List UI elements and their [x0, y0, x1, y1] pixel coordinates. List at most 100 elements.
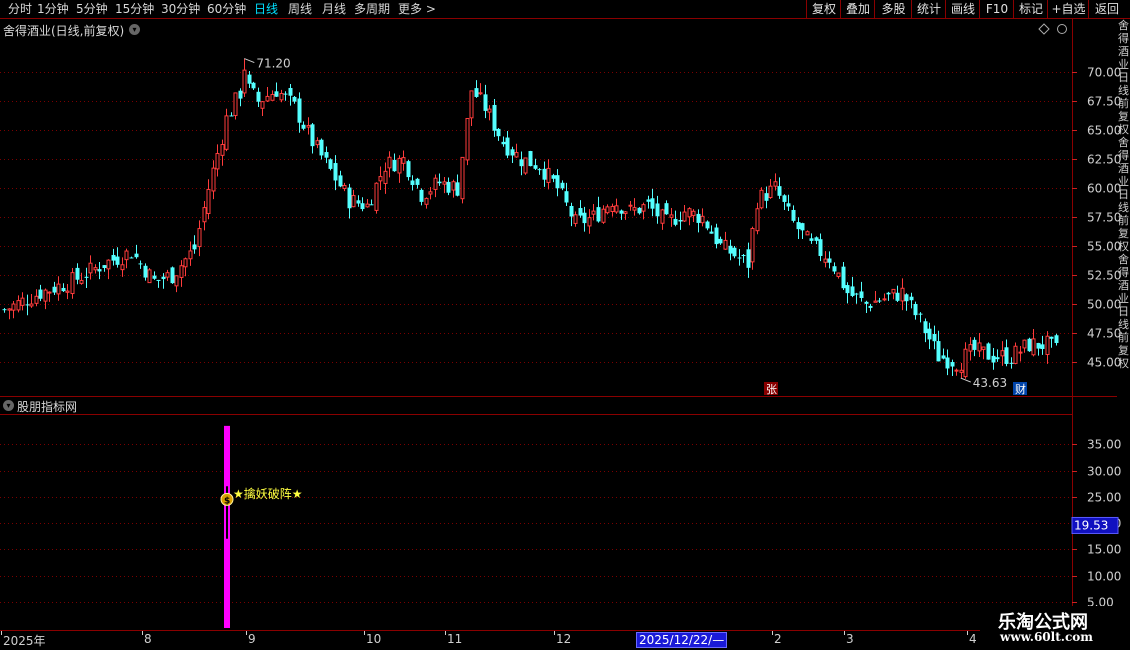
candle-body-up — [188, 250, 193, 260]
candle-body-up — [442, 181, 447, 185]
candle-body-up — [165, 272, 170, 278]
candle-body-down — [827, 258, 832, 263]
candle-body-down — [455, 182, 460, 196]
ind-tick-label: 30.00 — [1087, 465, 1121, 479]
right-strip-char: 复 — [1118, 344, 1129, 357]
candle-body-up — [120, 264, 125, 271]
candle-body-down — [796, 222, 801, 230]
right-strip-char: 酒 — [1118, 45, 1129, 58]
candle-body-down — [800, 223, 805, 231]
candle-body-down — [369, 204, 374, 206]
candle-body-up — [11, 303, 16, 311]
zhang-badge-text: 张 — [766, 383, 777, 396]
candle-body-down — [474, 88, 479, 97]
candle-body-up — [424, 197, 429, 205]
candle-body-down — [1054, 335, 1059, 344]
candle-body-up — [573, 214, 578, 224]
candle-body-up — [342, 184, 347, 190]
candle-body-down — [38, 289, 43, 299]
candle-body-down — [2, 309, 7, 311]
candle-body-down — [247, 74, 252, 84]
candle-body-up — [759, 189, 764, 209]
candle-body-down — [537, 169, 542, 171]
date-cursor-label: 2025/12/22/— — [636, 632, 728, 648]
candle-body-up — [623, 211, 628, 215]
candle-body-up — [183, 258, 188, 268]
candle-body-down — [927, 328, 932, 340]
candle-body-down — [274, 91, 279, 97]
candle-body-up — [20, 297, 25, 306]
chevron-down-icon-indicator[interactable]: ▾ — [3, 400, 14, 411]
right-strip-char: 舍 — [1118, 253, 1129, 266]
candle-body-up — [211, 167, 216, 192]
candle-body-up — [206, 188, 211, 215]
candle-body-down — [868, 305, 873, 308]
candle-body-up — [306, 125, 311, 128]
candle-body-down — [1049, 336, 1054, 339]
right-strip-char: 业 — [1118, 58, 1129, 71]
watermark-line2: www.60lt.com — [1000, 630, 1093, 644]
candle-body-down — [696, 213, 701, 223]
ind-tick-label: 15.00 — [1087, 543, 1121, 557]
candle-body-up — [469, 90, 474, 119]
candle-body-up — [233, 92, 238, 116]
diamond-icon — [1038, 23, 1050, 35]
candle-body-down — [832, 266, 837, 272]
candle-body-down — [1009, 362, 1014, 364]
candle-body-down — [496, 128, 501, 137]
watermark-logo: 乐淘公式网 www.60lt.com — [980, 606, 1130, 650]
candle-body-down — [392, 159, 397, 172]
candle-body-up — [682, 211, 687, 222]
candle-body-up — [514, 152, 519, 158]
candle-body-up — [669, 214, 674, 218]
candle-body-up — [891, 288, 896, 294]
candle-body-down — [533, 165, 538, 169]
candle-body-down — [782, 195, 787, 202]
candle-body-down — [301, 124, 306, 129]
candle-body-down — [238, 90, 243, 99]
candle-body-down — [111, 254, 116, 261]
candle-body-up — [1031, 338, 1036, 356]
candle-body-up — [805, 231, 810, 236]
candle-body-down — [991, 355, 996, 363]
right-strip-char: 得 — [1118, 149, 1129, 162]
candle-body-down — [437, 181, 442, 184]
candle-body-up — [279, 92, 284, 101]
date-axis-label: 11 — [447, 632, 463, 646]
candle-body-down — [129, 257, 134, 259]
candle-body-down — [324, 152, 329, 158]
candle-body-up — [963, 348, 968, 378]
candle-body-up — [270, 93, 275, 101]
candle-body-up — [451, 181, 456, 191]
candle-body-up — [1018, 351, 1023, 354]
candle-body-up — [374, 182, 379, 211]
date-axis-label: 2 — [774, 632, 782, 646]
candle-body-up — [954, 369, 959, 372]
candle-body-down — [646, 199, 651, 202]
date-axis-label: 8 — [144, 632, 152, 646]
candle-body-down — [551, 175, 556, 179]
candle-body-up — [88, 262, 93, 274]
candle-body-down — [564, 191, 569, 203]
candle-body-down — [941, 355, 946, 359]
candle-body-down — [292, 96, 297, 102]
candle-body-up — [478, 92, 483, 95]
candle-body-down — [972, 339, 977, 350]
candle-body-down — [510, 149, 515, 156]
date-axis-label: 12 — [556, 632, 572, 646]
candle-body-up — [378, 176, 383, 182]
candle-body-down — [406, 161, 411, 178]
candle-body-up — [174, 275, 179, 287]
right-strip-char: 权 — [1118, 240, 1129, 253]
date-axis-tick — [844, 631, 845, 635]
cai-badge-text: 财 — [1015, 382, 1026, 396]
candle-body-down — [728, 245, 733, 254]
candle-body-up — [401, 157, 406, 164]
candle-body-down — [678, 219, 683, 222]
candle-body-up — [900, 287, 905, 302]
candle-body-up — [601, 208, 606, 223]
candle-body-down — [347, 187, 352, 209]
date-axis-tick — [142, 631, 143, 635]
candle-body-down — [845, 285, 850, 294]
candle-body-down — [569, 205, 574, 217]
